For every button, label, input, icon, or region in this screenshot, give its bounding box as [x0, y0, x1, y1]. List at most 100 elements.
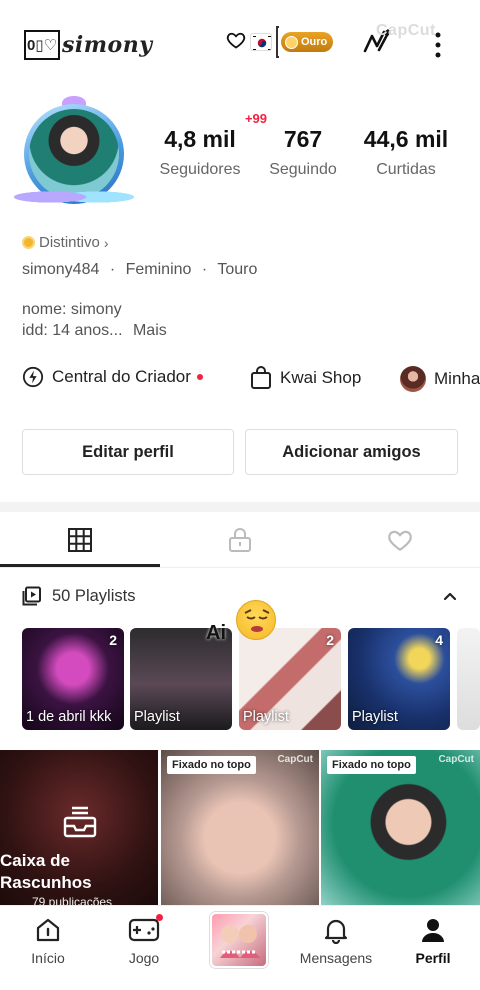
active-tab-indicator	[0, 564, 160, 567]
creator-center-shortcut[interactable]: Central do Criador	[22, 366, 203, 388]
playlist-title: Playlist	[243, 709, 289, 725]
profile-avatar[interactable]	[14, 96, 134, 216]
notification-dot	[156, 914, 163, 921]
drafts-inbox-icon	[63, 806, 97, 838]
nav-game[interactable]: Jogo	[104, 914, 184, 976]
heart-outline-icon	[388, 530, 412, 552]
heart-icon	[226, 32, 246, 49]
playlist-title: Playlist	[352, 709, 398, 725]
game-controller-icon	[128, 918, 160, 942]
playlists-header[interactable]: 50 Playlists	[22, 586, 135, 606]
pinned-badge: Fixado no topo	[327, 756, 416, 774]
shortcut-label: Central do Criador	[52, 367, 191, 386]
nav-label: Perfil	[415, 950, 451, 966]
top-bar: 0▯♡ simony Ouro CapCut	[0, 0, 480, 92]
bottom-navigation: Início Jogo Mensagens Perfil	[0, 905, 480, 990]
separator-dot: ·	[109, 261, 116, 278]
playlist-icon	[22, 586, 41, 606]
nav-label: Jogo	[128, 950, 160, 966]
mine-shortcut[interactable]: Minha	[400, 366, 480, 392]
divider	[276, 26, 279, 58]
playlist-card[interactable]: 4 Playlist	[348, 628, 450, 730]
bio-line: idd: 14 anos...	[22, 322, 123, 339]
separator-dot: ·	[201, 261, 208, 278]
notification-dot	[196, 374, 203, 380]
gender: Feminino	[125, 261, 192, 278]
stat-value: 4,8 mil	[164, 126, 236, 152]
post-watermark: CapCut	[277, 754, 313, 765]
post-watermark: CapCut	[438, 754, 474, 765]
pinned-badge: Fixado no topo	[167, 756, 256, 774]
playlists-count-label: 50 Playlists	[52, 586, 136, 605]
home-icon	[36, 918, 60, 942]
kwai-shop-shortcut[interactable]: Kwai Shop	[250, 366, 361, 390]
profile-bio: nome: simony idd: 14 anos... Mais	[22, 299, 167, 341]
brand-text: simony	[62, 32, 153, 58]
promo-thumbnail-icon	[220, 925, 260, 958]
stat-likes[interactable]: 44,6 mil Curtidas	[354, 126, 458, 179]
nav-profile[interactable]: Perfil	[393, 916, 473, 976]
center-promo-button[interactable]	[210, 912, 268, 968]
stat-label: Curtidas	[376, 161, 436, 178]
username: simony484	[22, 261, 100, 278]
level-badge[interactable]: Ouro	[281, 32, 333, 52]
shortcut-label: Kwai Shop	[280, 368, 362, 387]
gold-medal-icon	[285, 35, 298, 49]
nav-label: Início	[31, 950, 65, 966]
stat-followers[interactable]: 4,8 mil Seguidores	[150, 126, 250, 179]
add-friends-button[interactable]: Adicionar amigos	[245, 429, 458, 475]
profile-name-logo: 0▯♡ simony	[24, 28, 152, 62]
bell-icon	[324, 919, 348, 944]
stat-label: Seguindo	[269, 161, 337, 178]
lock-icon	[229, 528, 251, 552]
badge-coin-icon	[22, 236, 35, 249]
more-options-icon[interactable]	[432, 30, 444, 60]
tab-private[interactable]	[160, 512, 320, 568]
section-divider	[0, 502, 480, 512]
playlist-count: 2	[326, 632, 334, 648]
sad-face-emoji-icon	[236, 600, 276, 640]
level-badge-label: Ouro	[301, 36, 328, 48]
nav-home[interactable]: Início	[8, 916, 88, 976]
avatar-frame-wings	[14, 184, 134, 210]
shopping-bag-icon	[251, 366, 271, 389]
chevron-right-icon: ›	[103, 234, 109, 251]
shortcut-label: Minha	[434, 369, 480, 388]
nav-messages[interactable]: Mensagens	[296, 916, 376, 976]
bio-line: nome: simony	[22, 301, 122, 318]
drafts-tile[interactable]: Caixa de Rascunhos 79 publicações	[0, 750, 158, 910]
playlist-card[interactable]: 2 Playlist	[239, 628, 341, 730]
grid-icon	[68, 528, 92, 552]
playlist-card[interactable]: 2 1 de abril kkk	[22, 628, 124, 730]
drafts-label: Caixa de Rascunhos	[0, 851, 92, 892]
korea-flag-icon	[250, 33, 272, 51]
capcut-watermark: CapCut	[376, 22, 436, 39]
badge-link[interactable]: Distintivo ›	[22, 234, 109, 251]
bio-line-2: idd: 14 anos... Mais	[22, 320, 167, 341]
nav-label: Mensagens	[299, 950, 373, 966]
stat-label: Seguidores	[159, 161, 241, 178]
bio-more-link[interactable]: Mais	[133, 322, 167, 339]
video-tile[interactable]: Fixado no topo CapCut	[321, 750, 480, 910]
stat-following[interactable]: 767 Seguindo	[258, 126, 348, 179]
playlist-count: 4	[435, 632, 443, 648]
playlist-card-partial[interactable]	[457, 628, 480, 730]
stat-value: 767	[283, 126, 323, 152]
playlist-count: 2	[109, 632, 117, 648]
playlist-title: 1 de abril kkk	[26, 709, 112, 725]
sticker-text: Ai	[206, 622, 226, 644]
edit-profile-button[interactable]: Editar perfil	[22, 429, 234, 475]
tab-liked[interactable]	[320, 512, 480, 568]
profile-person-icon	[422, 919, 444, 942]
tab-grid[interactable]	[0, 512, 160, 568]
playlist-title: Playlist	[134, 709, 180, 725]
chevron-up-icon[interactable]	[440, 586, 460, 606]
video-tile[interactable]: Fixado no topo CapCut	[161, 750, 319, 910]
zodiac-sign: Touro	[217, 261, 258, 278]
profile-tabs	[0, 512, 480, 568]
badge-link-label: Distintivo	[39, 234, 100, 251]
profile-info-row: simony484 · Feminino · Touro	[22, 261, 257, 279]
lightning-icon	[22, 366, 44, 388]
brand-box: 0▯♡	[24, 30, 60, 60]
mini-avatar	[400, 366, 426, 392]
